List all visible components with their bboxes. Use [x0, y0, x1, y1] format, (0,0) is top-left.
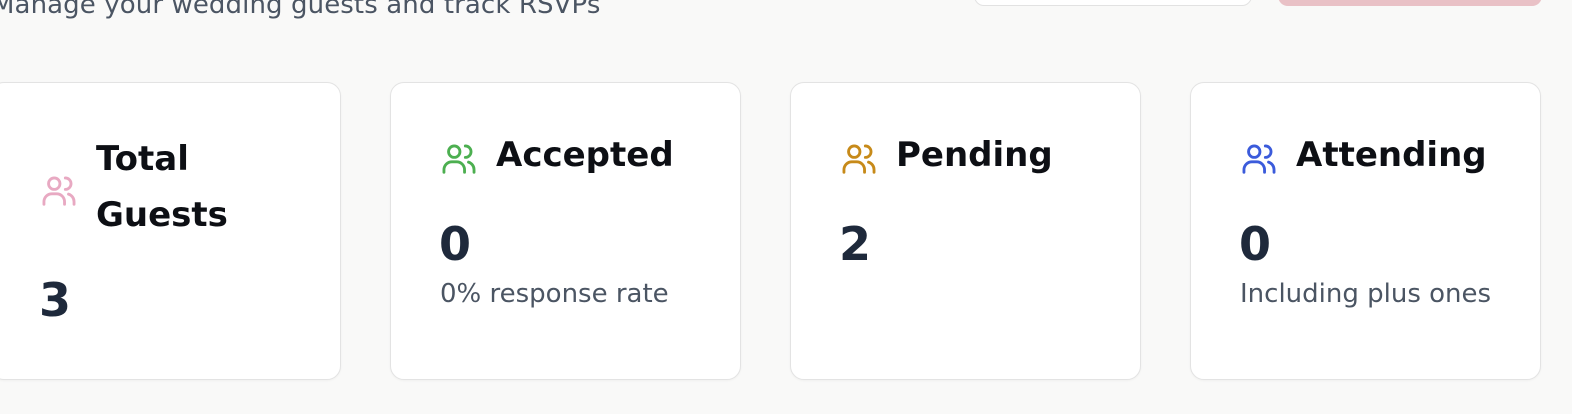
stat-card-title: Accepted [496, 135, 674, 175]
stat-card-title: Attending [1296, 135, 1487, 175]
header-primary-button[interactable] [1278, 0, 1542, 6]
stat-card-header: Pending [840, 135, 1053, 183]
stat-card-header: Attending [1240, 135, 1487, 183]
stat-card-value: 3 [39, 273, 72, 327]
stat-card-value: 2 [839, 217, 872, 271]
stat-card-header: Accepted [440, 135, 674, 183]
page-subtitle: Manage your wedding guests and track RSV… [0, 0, 601, 20]
stat-card-total-guests: Total Guests 3 [0, 82, 341, 380]
header-secondary-button[interactable] [974, 0, 1252, 6]
stat-card-pending: Pending 2 [790, 82, 1141, 380]
users-icon [440, 139, 478, 177]
users-icon [840, 139, 878, 177]
stat-card-title: Total Guests [96, 139, 228, 235]
stat-card-note: Including plus ones [1240, 279, 1492, 309]
stat-card-value: 0 [1239, 217, 1272, 271]
stat-card-attending: Attending 0 Including plus ones [1190, 82, 1541, 380]
stat-card-note: 0% response rate [440, 279, 669, 309]
stat-card-header: Total Guests [40, 139, 246, 243]
stat-card-accepted: Accepted 0 0% response rate [390, 82, 741, 380]
guest-dashboard: Manage your wedding guests and track RSV… [0, 0, 1572, 414]
users-icon [1240, 139, 1278, 177]
stat-card-title: Pending [896, 135, 1053, 175]
stat-card-value: 0 [439, 217, 472, 271]
users-icon [40, 171, 78, 209]
